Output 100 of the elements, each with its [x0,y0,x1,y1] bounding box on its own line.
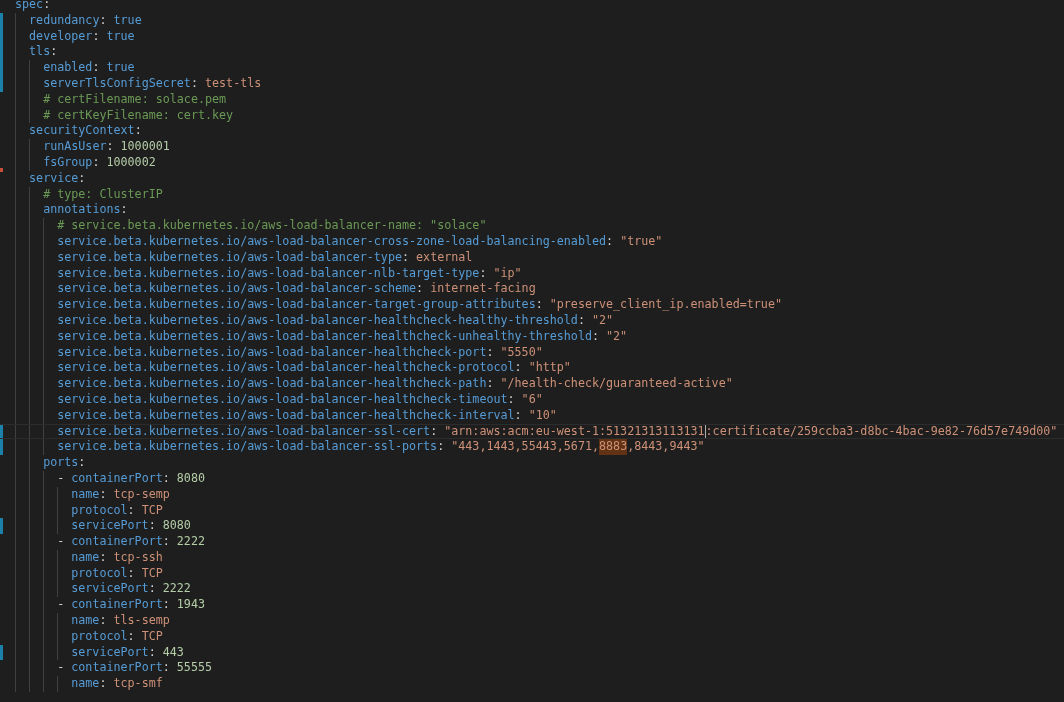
yaml-key: protocol [71,502,128,519]
list-dash: - [57,534,65,550]
colon: : [92,154,100,171]
yaml-value: TCP [141,502,163,519]
list-dash: - [57,597,65,614]
colon: : [92,28,100,45]
yaml-key: name [71,549,100,566]
yaml-value: 8883 [599,439,628,456]
text-cursor [704,424,706,439]
colon: : [92,60,100,76]
yaml-value: true [113,12,142,29]
yaml-key: developer [29,28,93,45]
change-marker[interactable] [0,76,3,92]
yaml-value: tcp-semp [113,486,170,503]
yaml-key: service.beta.kubernetes.io/aws-load-balancer-type [57,249,402,266]
colon: : [127,628,135,645]
yaml-value: 1000001 [120,139,170,155]
yaml-value: "arn:aws:acm:eu-west-1:51321313113131 [444,424,705,439]
colon: : [127,565,135,582]
yaml-key: enabled [43,60,93,76]
yaml-key: spec [15,0,44,13]
yaml-value: 443 [162,644,184,661]
yaml-value: true [106,28,135,45]
yaml-value: tcp-smf [113,676,163,693]
yaml-value: 2222 [176,534,205,550]
yaml-value: "6" [521,391,543,408]
yaml-value: true [106,60,135,76]
yaml-value: tcp-ssh [113,549,163,566]
yaml-key: runAsUser [43,139,107,155]
yaml-key: servicePort [71,581,149,598]
yaml-key: serverTlsConfigSecret [43,76,191,92]
yaml-key: containerPort [71,597,163,614]
colon: : [430,424,438,439]
yaml-key: name [71,486,100,503]
yaml-key: containerPort [71,660,163,677]
colon: : [127,502,135,519]
change-marker[interactable] [0,644,3,661]
yaml-key: annotations [43,202,121,219]
yaml-key: securityContext [29,123,135,140]
colon: : [148,644,156,661]
colon: : [106,139,114,155]
yaml-key: containerPort [71,470,163,487]
yaml-key: containerPort [71,534,163,550]
colon: : [78,455,86,471]
yaml-key: service.beta.kubernetes.io/aws-load-balancer-cross-zone-load-balancing-enabled [57,233,607,250]
yaml-key: service.beta.kubernetes.io/aws-load-balancer-healthcheck-path [57,376,487,392]
change-marker[interactable] [0,44,3,61]
colon: : [535,297,543,313]
yaml-key: service.beta.kubernetes.io/aws-load-balancer-healthcheck-protocol [57,360,515,377]
yaml-key: tls [29,44,51,61]
yaml-key: fsGroup [43,154,93,171]
yaml-key: name [71,613,100,629]
colon: : [50,44,58,61]
change-marker[interactable] [0,424,3,439]
colon: : [606,233,614,250]
colon: : [162,597,170,614]
yaml-key: servicePort [71,644,149,661]
yaml-key: servicePort [71,518,149,535]
colon: : [514,407,522,424]
yaml-value: external [416,249,473,266]
yaml-value: 2222 [162,581,191,598]
change-marker[interactable] [0,439,3,456]
yaml-value: "http" [528,360,571,377]
yaml-key: service [29,170,79,187]
colon: : [162,470,170,487]
yaml-value: TCP [141,565,163,582]
yaml-value: 1000002 [106,154,156,171]
yaml-value: "preserve_client_ip.enabled=true" [549,297,782,313]
yaml-value: "2" [591,312,614,329]
deletion-marker[interactable] [0,167,3,172]
yaml-key: name [71,676,100,693]
yaml-value: 8080 [176,470,205,487]
change-marker[interactable] [0,518,3,535]
colon: : [577,312,585,329]
yaml-key: service.beta.kubernetes.io/aws-load-balancer-healthcheck-interval [57,407,515,424]
yaml-value: internet-facing [430,281,536,298]
yaml-key: service.beta.kubernetes.io/aws-load-balancer-nlb-target-type [57,265,480,282]
colon: : [162,660,170,677]
change-marker[interactable] [0,60,3,76]
colon: : [486,376,494,392]
yaml-value: 8080 [162,518,191,535]
change-marker[interactable] [0,12,3,29]
colon: : [190,76,198,92]
yaml-value: test-tls [205,76,262,92]
colon: : [507,391,515,408]
yaml-value: TCP [141,628,163,645]
change-marker[interactable] [0,28,3,45]
yaml-key: service.beta.kubernetes.io/aws-load-balancer-ssl-cert [57,424,431,439]
yaml-key: protocol [71,565,128,582]
yaml-value: ,8443,9443" [627,439,705,456]
colon: : [416,281,424,298]
colon: : [148,581,156,598]
yaml-value: "10" [528,407,557,424]
colon: : [437,439,445,456]
colon: : [99,12,107,29]
yaml-value: "2" [606,328,628,345]
yaml-key: service.beta.kubernetes.io/aws-load-balancer-healthcheck-port [57,344,487,361]
yaml-key: service.beta.kubernetes.io/aws-load-balancer-target-group-attributes [57,297,536,313]
colon: : [99,613,107,629]
colon: : [162,534,170,550]
